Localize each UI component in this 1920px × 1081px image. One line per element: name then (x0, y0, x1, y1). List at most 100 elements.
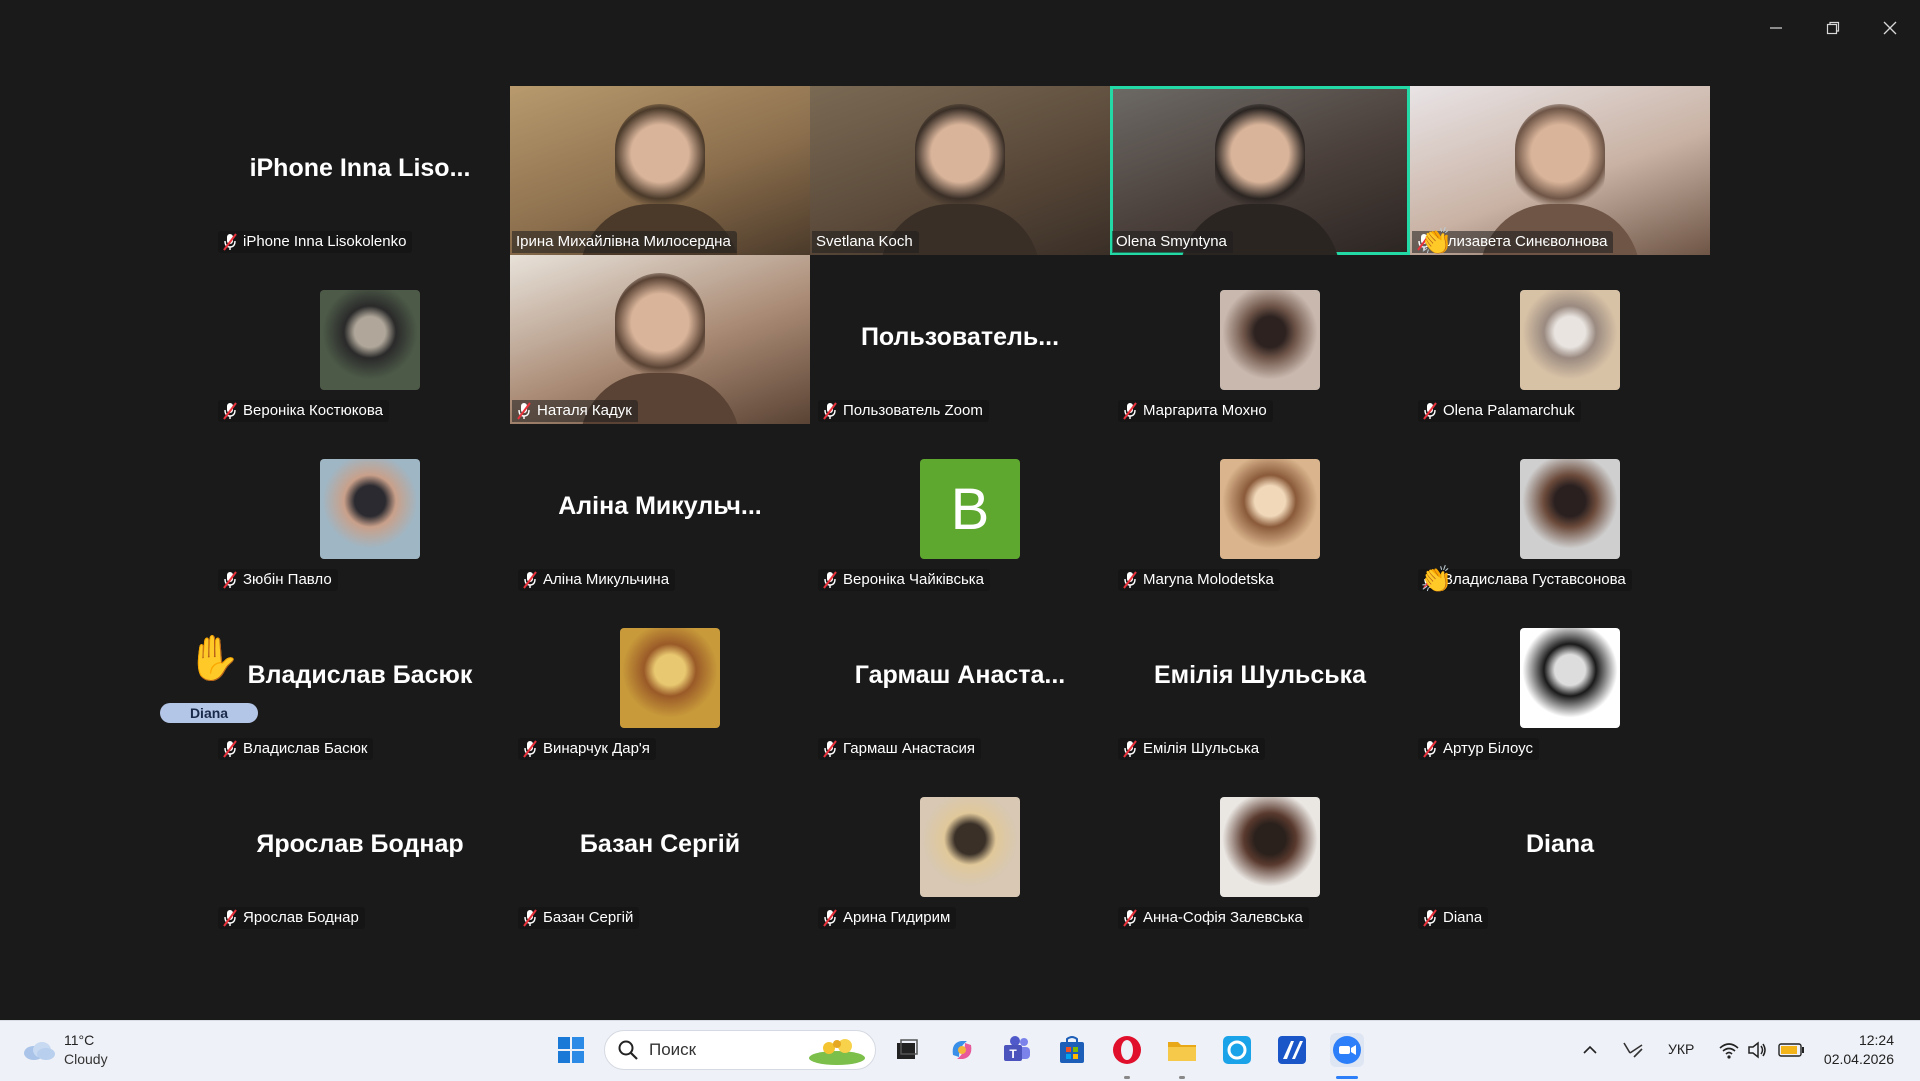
chevron-up-icon[interactable] (1582, 1043, 1598, 1057)
muted-microphone-icon (1123, 740, 1137, 758)
participant-display-name: Аліна Микульч... (558, 492, 762, 520)
participant-avatar-letter: B (920, 459, 1020, 559)
participant-name: Ярослав Боднар (243, 909, 359, 926)
participant-tile[interactable]: Svetlana Koch (810, 86, 1110, 255)
participant-tile[interactable]: Olena Smyntyna (1110, 86, 1410, 255)
participant-tile[interactable]: Ярослав Боднар Ярослав Боднар (210, 762, 510, 931)
participant-tile[interactable]: Olena Palamarchuk 👏 (1410, 229, 1710, 424)
participant-tile[interactable]: Владислава Густавсонова (1410, 424, 1710, 593)
participant-name-label: Olena Palamarchuk (1418, 400, 1581, 422)
muted-microphone-icon (223, 909, 237, 927)
participant-name-label: iPhone Inna Lisokolenko (218, 231, 413, 253)
participant-tile[interactable]: Владислав Басюк Владислав Басюк ✋ Diana (160, 593, 510, 762)
participant-name-label: Анна-Софія Залевська (1118, 907, 1309, 929)
store-icon (1060, 1036, 1084, 1063)
muted-microphone-icon (1123, 909, 1137, 927)
participant-avatar (1520, 628, 1620, 728)
participant-avatar (1520, 459, 1620, 559)
participant-tile[interactable]: Аліна Микульч... Аліна Микульчина (510, 424, 810, 593)
file-explorer-button[interactable] (1165, 1033, 1199, 1067)
participant-tile[interactable]: Єлизавета Синєволнова (1410, 86, 1710, 255)
muted-microphone-icon (223, 233, 237, 251)
weather-condition: Cloudy (64, 1051, 108, 1067)
participant-tile[interactable]: B Вероніка Чайківська (810, 424, 1110, 593)
zoom-button[interactable] (1330, 1033, 1364, 1067)
search-placeholder: Поиск (649, 1040, 697, 1059)
participant-tile[interactable]: Зюбін Павло (210, 424, 510, 593)
participant-name: Гармаш Анастасия (843, 740, 975, 757)
participant-tile[interactable]: Пользователь... Пользователь Zoom (810, 255, 1110, 424)
search-icon (618, 1040, 638, 1060)
participant-tile[interactable]: Маргарита Мохно (1110, 255, 1410, 424)
video-feed (915, 104, 1005, 214)
muted-microphone-icon (823, 740, 837, 758)
muted-microphone-icon (223, 740, 237, 758)
participant-name: Наталя Кадук (537, 402, 632, 419)
participant-name: Владислава Густавсонова (1443, 571, 1626, 588)
participant-tile[interactable]: Емілія Шульська Емілія Шульська (1110, 593, 1410, 762)
participant-name: Винарчук Дар'я (543, 740, 650, 757)
muted-microphone-icon (523, 571, 537, 589)
opera-button[interactable] (1110, 1033, 1144, 1067)
participant-name: Maryna Molodetska (1143, 571, 1274, 588)
pen-input-icon[interactable] (1620, 1039, 1646, 1061)
participant-tile[interactable]: Базан Сергій Базан Сергій (510, 762, 810, 931)
windows-start-button[interactable] (554, 1033, 588, 1067)
participant-name: Зюбін Павло (243, 571, 332, 588)
cloud-icon (24, 1042, 55, 1060)
battery-icon[interactable] (1778, 1042, 1806, 1058)
participant-tile[interactable]: iPhone Inna Liso... iPhone Inna Lisokolen… (210, 86, 510, 255)
wifi-icon[interactable] (1718, 1040, 1740, 1060)
participant-name-label: Пользователь Zoom (818, 400, 989, 422)
participant-display-name: iPhone Inna Liso... (249, 154, 471, 182)
participant-display-name: Diana (1525, 830, 1595, 858)
participant-name-label: Зюбін Павло (218, 569, 338, 591)
participant-tile[interactable]: Вероніка Костюкова (210, 255, 510, 424)
participant-name: Вероніка Чайківська (843, 571, 985, 588)
raised-hand-icon: ✋ (186, 633, 241, 684)
participant-name: Аліна Микульчина (543, 571, 670, 588)
language-indicator[interactable]: УКР (1668, 1041, 1694, 1057)
participant-tile[interactable]: Анна-Софія Залевська (1110, 762, 1410, 931)
participant-name-label: Аліна Микульчина (518, 569, 676, 591)
taskbar-search[interactable]: Поиск (604, 1030, 876, 1070)
participant-name-label: Diana (1418, 907, 1489, 929)
copilot-icon (952, 1041, 972, 1059)
participant-tile[interactable]: Maryna Molodetska (1110, 424, 1410, 593)
muted-microphone-icon (523, 740, 537, 758)
participant-display-name: Емілія Шульська (1153, 661, 1367, 689)
participant-tile[interactable]: Наталя Кадук (510, 255, 810, 424)
participant-name: Ірина Михайлівна Милосердна (516, 233, 731, 250)
muted-microphone-icon (517, 402, 531, 420)
store-button[interactable] (1055, 1033, 1089, 1067)
participant-name: Вероніка Костюкова (243, 402, 383, 419)
participant-tile[interactable]: Артур Білоус 👏 (1410, 567, 1710, 762)
weather-temperature: 11°C (64, 1032, 95, 1048)
weather-widget[interactable]: 11°C Cloudy (20, 1031, 140, 1071)
opera-icon (1113, 1036, 1141, 1064)
cortana-button[interactable] (1220, 1033, 1254, 1067)
participant-name: Diana (1443, 909, 1483, 926)
volume-icon[interactable] (1746, 1040, 1768, 1060)
participant-tile[interactable]: Гармаш Анаста... Гармаш Анастасия (810, 593, 1110, 762)
system-clock[interactable]: 12:24 02.04.2026 (1824, 1031, 1894, 1069)
participant-tile[interactable]: Diana Diana (1410, 762, 1710, 931)
participant-display-name: Гармаш Анаста... (854, 661, 1066, 689)
teams-button[interactable]: T (1000, 1033, 1034, 1067)
participant-name: iPhone Inna Lisokolenko (243, 233, 407, 250)
participant-tile[interactable]: Винарчук Дар'я (510, 593, 810, 762)
muted-microphone-icon (523, 909, 537, 927)
participant-avatar (1220, 290, 1320, 390)
participant-avatar (1220, 797, 1320, 897)
app-button[interactable] (1275, 1033, 1309, 1067)
muted-microphone-icon (223, 571, 237, 589)
participant-tile[interactable]: Ірина Михайлівна Милосердна (510, 86, 810, 255)
video-feed (615, 104, 705, 214)
participant-tile[interactable]: Арина Гидирим (810, 762, 1110, 931)
participant-name-label: Владислав Басюк (218, 738, 374, 760)
participant-name-label: Артур Білоус (1418, 738, 1539, 760)
task-view-button[interactable] (890, 1033, 924, 1067)
participant-name: Базан Сергій (543, 909, 634, 926)
copilot-button[interactable] (945, 1033, 979, 1067)
participant-name: Єлизавета Синєволнова (1437, 233, 1608, 250)
